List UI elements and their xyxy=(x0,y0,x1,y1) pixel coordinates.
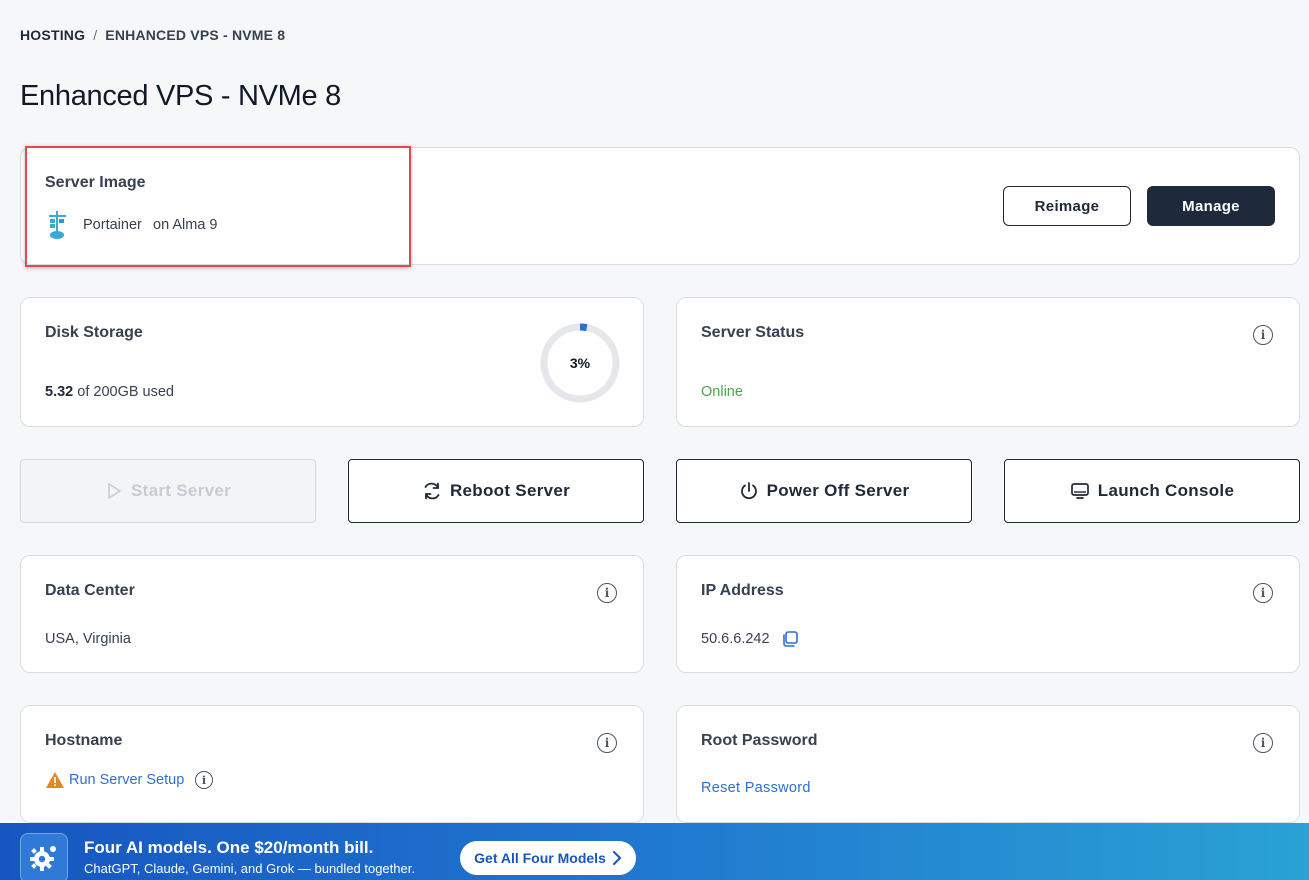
highlight-box xyxy=(25,146,411,267)
server-status-value: Online xyxy=(701,384,743,400)
info-icon[interactable]: i xyxy=(195,771,213,789)
banner-button-label: Get All Four Models xyxy=(474,850,606,866)
breadcrumb-hosting[interactable]: HOSTING xyxy=(20,27,85,43)
reimage-button[interactable]: Reimage xyxy=(1003,186,1131,226)
disk-usage-gauge: 3% xyxy=(539,322,621,404)
hostname-title: Hostname xyxy=(45,732,123,749)
banner-title: Four AI models. One $20/month bill. xyxy=(84,838,374,857)
launch-console-label: Launch Console xyxy=(1097,481,1235,500)
data-center-value: USA, Virginia xyxy=(45,631,131,647)
start-server-button[interactable]: Start Server xyxy=(20,459,316,523)
gear-icon xyxy=(20,833,68,880)
run-server-setup-link[interactable]: Run Server Setup xyxy=(69,772,184,788)
info-icon[interactable]: i xyxy=(1253,583,1273,603)
info-icon[interactable]: i xyxy=(1253,325,1273,345)
root-password-title: Root Password xyxy=(701,732,818,749)
power-icon xyxy=(740,482,757,500)
server-status-title: Server Status xyxy=(701,324,805,341)
ip-address-card: IP Address i 50.6.6.242 xyxy=(676,555,1300,673)
promo-banner: Four AI models. One $20/month bill. Chat… xyxy=(0,823,1309,880)
get-all-four-models-button[interactable]: Get All Four Models xyxy=(460,841,636,875)
warning-icon xyxy=(46,772,64,788)
copy-icon[interactable] xyxy=(781,630,799,648)
page-title: Enhanced VPS - NVMe 8 xyxy=(20,80,341,112)
reset-password-link[interactable]: Reset Password xyxy=(701,780,811,796)
refresh-icon xyxy=(424,482,440,500)
hostname-card: Hostname i Run Server Setup i xyxy=(20,705,644,823)
banner-subtitle: ChatGPT, Claude, Gemini, and Grok — bund… xyxy=(84,861,415,876)
manage-button[interactable]: Manage xyxy=(1147,186,1275,226)
server-status-card: Server Status i Online xyxy=(676,297,1300,427)
start-server-label: Start Server xyxy=(131,481,231,500)
info-icon[interactable]: i xyxy=(597,733,617,753)
disk-usage: 5.32 of 200GB used xyxy=(45,384,174,400)
chevron-right-icon xyxy=(612,851,621,865)
info-icon[interactable]: i xyxy=(597,583,617,603)
data-center-title: Data Center xyxy=(45,582,135,599)
root-password-card: Root Password i Reset Password xyxy=(676,705,1300,823)
info-icon[interactable]: i xyxy=(1253,733,1273,753)
breadcrumb: HOSTING / ENHANCED VPS - NVME 8 xyxy=(20,27,285,43)
reboot-server-button[interactable]: Reboot Server xyxy=(348,459,644,523)
power-off-server-label: Power Off Server xyxy=(766,481,910,500)
launch-console-button[interactable]: Launch Console xyxy=(1004,459,1300,523)
play-icon xyxy=(108,483,121,499)
disk-percent-label: 3% xyxy=(569,355,591,371)
ip-address-title: IP Address xyxy=(701,582,784,599)
disk-storage-title: Disk Storage xyxy=(45,324,143,341)
power-off-server-button[interactable]: Power Off Server xyxy=(676,459,972,523)
breadcrumb-current: ENHANCED VPS - NVME 8 xyxy=(105,27,286,43)
disk-storage-card: Disk Storage 5.32 of 200GB used 3% xyxy=(20,297,644,427)
ip-address-value: 50.6.6.242 xyxy=(701,631,770,647)
monitor-icon xyxy=(1070,483,1089,499)
breadcrumb-separator: / xyxy=(93,27,98,43)
disk-used-suffix: of 200GB used xyxy=(73,384,174,400)
reboot-server-label: Reboot Server xyxy=(449,481,571,500)
disk-used-value: 5.32 xyxy=(45,384,74,400)
data-center-card: Data Center i USA, Virginia xyxy=(20,555,644,673)
